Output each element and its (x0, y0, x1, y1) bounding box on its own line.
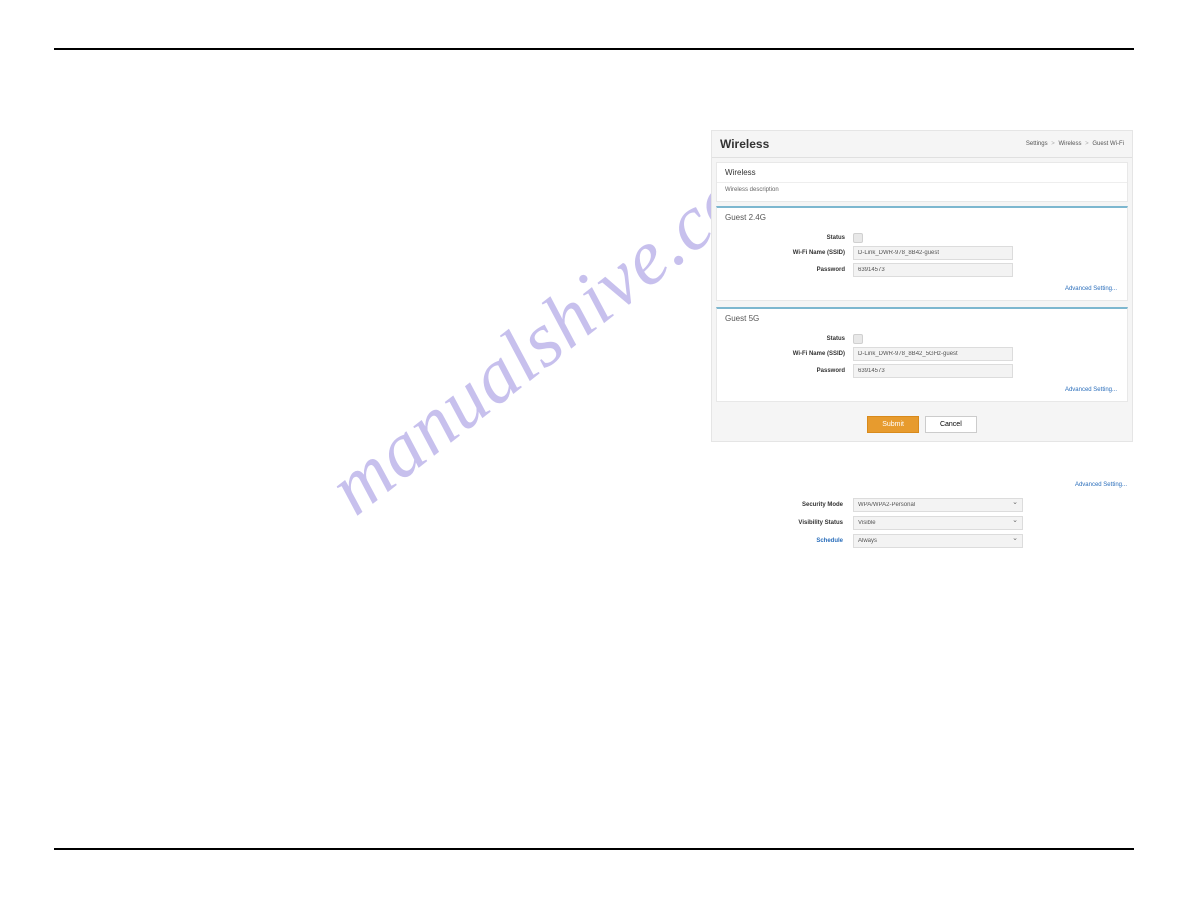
row-ssid-5g: Wi-Fi Name (SSID) (717, 347, 1127, 361)
row-status-24g: Status (717, 233, 1127, 243)
label-security-mode: Security Mode (719, 502, 853, 508)
breadcrumb: Settings > Wireless > Guest Wi-Fi (1026, 141, 1124, 147)
row-ssid-24g: Wi-Fi Name (SSID) (717, 246, 1127, 260)
guest-5g-panel: Guest 5G Status Wi-Fi Name (SSID) Passwo… (716, 307, 1128, 402)
input-password-5g[interactable] (853, 364, 1013, 378)
label-visibility-status: Visibility Status (719, 520, 853, 526)
input-password-24g[interactable] (853, 263, 1013, 277)
breadcrumb-sep: > (1085, 141, 1089, 147)
row-password-5g: Password (717, 364, 1127, 378)
label-password-5g: Password (725, 368, 853, 374)
select-security-mode[interactable] (853, 498, 1023, 512)
row-schedule: Schedule (711, 534, 1133, 548)
breadcrumb-guest-wifi[interactable]: Guest Wi-Fi (1092, 141, 1124, 147)
select-visibility-status[interactable] (853, 516, 1023, 530)
row-security-mode: Security Mode (711, 498, 1133, 512)
toggle-status-5g[interactable] (853, 334, 863, 344)
guest-24g-panel: Guest 2.4G Status Wi-Fi Name (SSID) Pass… (716, 206, 1128, 301)
button-row: Submit Cancel (712, 408, 1132, 441)
label-password-24g: Password (725, 267, 853, 273)
router-settings-panel: Wireless Settings > Wireless > Guest Wi-… (711, 130, 1133, 442)
page-title: Wireless (720, 137, 769, 151)
guest-24g-title: Guest 2.4G (717, 208, 1127, 230)
advanced-settings-block: Advanced Setting... Security Mode Visibi… (711, 480, 1133, 552)
row-status-5g: Status (717, 334, 1127, 344)
row-password-24g: Password (717, 263, 1127, 277)
breadcrumb-settings[interactable]: Settings (1026, 141, 1048, 147)
panel-header: Wireless Settings > Wireless > Guest Wi-… (712, 131, 1132, 158)
breadcrumb-sep: > (1051, 141, 1055, 147)
adv-link-24g[interactable]: Advanced Setting... (717, 280, 1127, 296)
input-ssid-24g[interactable] (853, 246, 1013, 260)
wireless-heading: Wireless (717, 163, 1127, 183)
wireless-description: Wireless description (717, 183, 1127, 201)
label-status-24g: Status (725, 235, 853, 241)
breadcrumb-wireless[interactable]: Wireless (1058, 141, 1081, 147)
wireless-section: Wireless Wireless description (716, 162, 1128, 202)
adv-link-5g[interactable]: Advanced Setting... (717, 381, 1127, 397)
cancel-button[interactable]: Cancel (925, 416, 977, 433)
label-ssid-5g: Wi-Fi Name (SSID) (725, 351, 853, 357)
adv-link-outer[interactable]: Advanced Setting... (711, 480, 1133, 494)
select-schedule[interactable] (853, 534, 1023, 548)
toggle-status-24g[interactable] (853, 233, 863, 243)
label-schedule[interactable]: Schedule (719, 538, 853, 544)
input-ssid-5g[interactable] (853, 347, 1013, 361)
submit-button[interactable]: Submit (867, 416, 919, 433)
row-visibility-status: Visibility Status (711, 516, 1133, 530)
guest-5g-title: Guest 5G (717, 309, 1127, 331)
label-status-5g: Status (725, 336, 853, 342)
label-ssid-24g: Wi-Fi Name (SSID) (725, 250, 853, 256)
